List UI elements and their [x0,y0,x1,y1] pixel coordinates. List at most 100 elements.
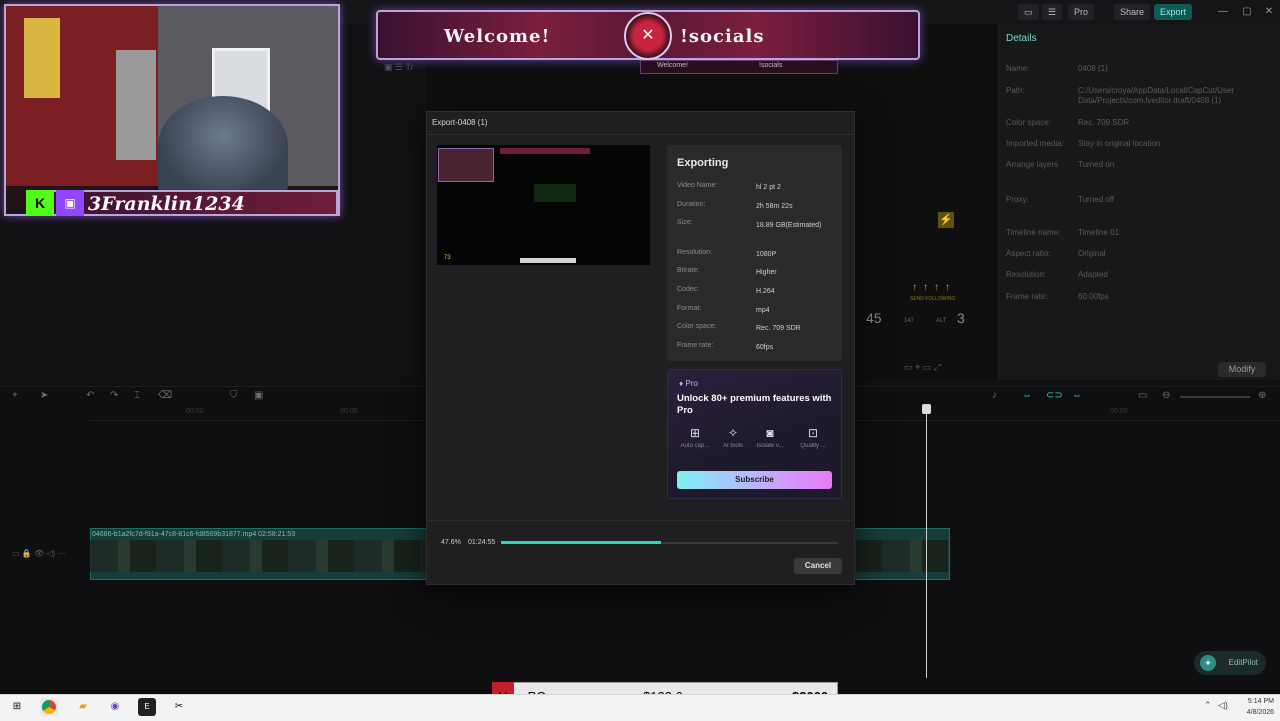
undo-icon[interactable]: ↶ [86,390,94,401]
capcut-icon[interactable]: ✂ [170,698,188,716]
sub-socials: !socials [759,62,783,69]
detail-label: Frame rate: [1006,292,1048,301]
crop-icon[interactable]: ▣ [254,390,263,401]
detail-value: Timeline 01 [1078,228,1120,237]
detail-value: Original [1078,249,1106,258]
detail-value: Stay in original location [1078,139,1161,148]
select-icon[interactable]: ➤ [40,390,48,401]
menu-icon[interactable]: ☰ [1042,4,1063,20]
exporting-title: Exporting [677,157,729,169]
detail-value: Adapted [1078,270,1108,279]
sub-welcome: Welcome! [657,62,688,69]
playhead[interactable] [926,406,927,678]
widget-number-right: 3 [957,310,965,326]
socials-text: !socials [680,26,765,47]
preview-number: 73 [444,255,451,261]
detail-label: Color space: [1006,118,1051,127]
detail-label: Name: [1006,64,1030,73]
link-icon[interactable]: ⇔ [1022,390,1032,401]
taskbar [0,694,1280,721]
epic-games-icon[interactable]: E [138,698,156,716]
welcome-text: Welcome! [444,26,551,47]
pro-headline: Unlock 80+ premium features with Pro [677,393,832,416]
volume-icon[interactable]: ◁) [1218,700,1228,711]
caption-icon[interactable]: ▭ [1138,390,1147,401]
zoom-slider[interactable] [1180,396,1250,398]
detail-label: Timeline name: [1006,228,1061,237]
field-value: 18.89 GB(Estimated) [756,222,822,229]
playhead-handle[interactable] [922,404,931,414]
add-icon[interactable]: + [12,390,18,401]
detail-value: C:/Users/croya/AppData/Local/CapCut/User… [1078,86,1235,105]
export-button[interactable]: Export [1154,4,1193,20]
field-value: 1080P [756,251,777,258]
emblem-icon: ✕ [624,12,672,60]
minimize-icon[interactable]: — [1216,5,1230,19]
field-label: Frame rate: [677,342,714,349]
player-controls[interactable]: ▭ ⌖ ▭ ⤢ [904,362,941,373]
field-label: Color space: [677,323,717,330]
windows-start-icon[interactable]: ⊞ [8,698,26,716]
ruler-tick: 00:00 [1110,408,1128,415]
cancel-button[interactable]: Cancel [794,558,842,574]
widget-number-left: 45 [866,310,882,326]
detail-label: Path: [1006,86,1025,95]
editpilot-icon: ✦ [1200,655,1216,671]
ruler-tick: 00:00 [186,408,204,415]
clock[interactable]: 5:14 PM 4/8/2026 [1234,696,1274,718]
field-label: Resolution: [677,249,713,256]
auto-captions-icon: ⊞ [689,426,701,440]
field-value: Higher [756,269,777,276]
sub-banner: Welcome! !socials [640,60,838,74]
modify-button[interactable]: Modify [1218,362,1266,377]
detail-value: 60.00fps [1078,292,1109,301]
shield-icon[interactable]: ⛉ [230,390,238,401]
streamer-name: 3Franklin1234 [88,193,245,215]
redo-icon[interactable]: ↷ [110,390,118,401]
divider [426,134,853,135]
subscribe-button[interactable]: Subscribe [677,471,832,489]
ai-tools-icon: ✧ [727,426,739,440]
pro-tag-label: Pro [685,379,698,388]
magnet-icon[interactable]: ⊂⊃ [1046,390,1063,401]
field-label: Duration: [677,201,706,208]
field-value: mp4 [756,307,770,314]
discord-icon[interactable]: ◉ [106,698,124,716]
follow-label: SEND FOLLOWING [910,296,956,302]
progress-elapsed: 01:24:55 [468,539,496,546]
close-icon[interactable]: ✕ [1262,5,1276,19]
player-toolbar: ▣ ☰ Tr [384,62,414,72]
dialog-title: Export-0408 (1) [432,118,488,127]
preview-ticker [520,258,576,263]
zoom-out-icon[interactable]: ⊖ [1162,390,1170,401]
field-value: H.264 [756,288,775,295]
detail-value: Turned on [1078,160,1115,169]
snap-icon[interactable]: ⇔ [1072,390,1082,401]
feature-label: Auto cap... [680,443,710,449]
field-value: 2h 58m 22s [756,203,793,210]
split-icon[interactable]: ⌶ [134,390,140,401]
ruler-tick: 00:00 [340,408,358,415]
preview-banner [500,148,590,154]
detail-label: Resolution: [1006,270,1047,279]
chrome-icon[interactable] [40,698,58,716]
delete-icon[interactable]: ⌫ [158,390,172,401]
maximize-icon[interactable]: ▢ [1240,5,1254,19]
share-button[interactable]: Share [1114,4,1151,20]
quality-icon: ⊡ [807,426,819,440]
track-controls[interactable]: ▭ 🔒 👁 ◁) ⋯ [12,549,65,558]
mic-icon[interactable]: ♪ [992,390,997,401]
pro-button[interactable]: Pro [1068,4,1095,20]
detail-value: Turned off [1078,195,1115,204]
clip-label: 04686-b1a2fc7d-f91a-47c8-81c6-fd8569b318… [92,531,296,538]
detail-label: Proxy: [1006,195,1029,204]
tray-chevron-icon[interactable]: ⌃ [1204,700,1212,711]
widget-small-b: ALT [936,318,947,324]
file-explorer-icon[interactable]: ▰ [74,698,92,716]
detail-label: Imported media: [1006,139,1064,148]
detail-label: Aspect ratio: [1006,249,1051,258]
layout-icon[interactable]: ▭ [1018,4,1039,20]
isolate-voice-icon: ◙ [766,426,774,440]
zoom-in-icon[interactable]: ⊕ [1258,390,1266,401]
field-value: hl 2 pt 2 [756,184,781,191]
